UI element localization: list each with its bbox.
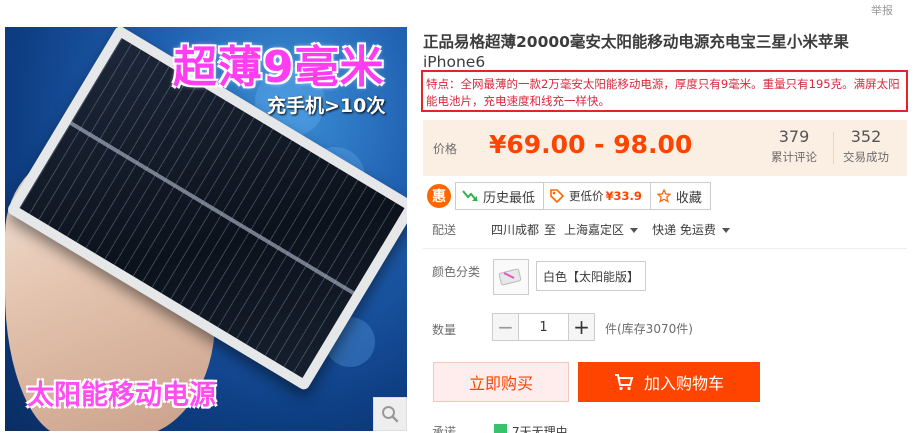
shipping-method: 快递 免运费 bbox=[652, 223, 716, 237]
add-to-cart-button[interactable]: 加入购物车 bbox=[578, 362, 760, 402]
buy-now-button[interactable]: 立即购买 bbox=[433, 362, 569, 402]
product-title: 正品易格超薄20000毫安太阳能移动电源充电宝三星小米苹果 iPhone6 bbox=[423, 32, 903, 72]
quantity-stepper: − + bbox=[492, 313, 595, 341]
reviews-stat[interactable]: 379 累计评论 bbox=[771, 127, 817, 165]
price-value: ¥69.00 - 98.00 bbox=[489, 130, 693, 159]
promise-text: 7天无理由 bbox=[512, 425, 568, 433]
shipping-row: 配送 四川成都 至 上海嘉定区 快递 免运费 bbox=[432, 221, 730, 238]
sales-count: 352 bbox=[850, 127, 882, 146]
cheaper-price-label: 更低价 bbox=[569, 189, 604, 203]
cheaper-price-value: ¥33.9 bbox=[605, 189, 642, 203]
report-link[interactable]: 举报 bbox=[871, 2, 893, 18]
increase-button[interactable]: + bbox=[568, 313, 595, 341]
top-bar: 举报 bbox=[0, 0, 917, 18]
product-title-main: 正品易格超薄20000毫安太阳能移动电源充电宝三星小米苹果 bbox=[423, 33, 849, 51]
reviews-count: 379 bbox=[778, 127, 810, 146]
trend-down-icon bbox=[462, 189, 478, 203]
zoom-button[interactable] bbox=[373, 397, 407, 431]
discount-badge: 惠 bbox=[427, 184, 451, 208]
image-subline: 充手机>10次 bbox=[267, 95, 386, 117]
favorite-button[interactable]: 收藏 bbox=[649, 182, 711, 210]
image-headline: 超薄9毫米 bbox=[173, 42, 385, 93]
stat-divider bbox=[833, 132, 834, 164]
variant-option-selected[interactable]: 白色【太阳能版】 bbox=[536, 261, 647, 291]
price-tag-icon bbox=[550, 189, 565, 203]
promo-row: 惠 历史最低 更低价 ¥33.9 收藏 bbox=[427, 181, 711, 211]
quantity-input[interactable] bbox=[519, 313, 568, 341]
price-label: 价格 bbox=[433, 142, 458, 156]
quantity-label: 数量 bbox=[432, 323, 457, 337]
stock-info: 件(库存3070件) bbox=[605, 322, 693, 336]
shipping-destination-select[interactable]: 上海嘉定区 bbox=[564, 221, 639, 238]
variant-thumbnail[interactable] bbox=[493, 259, 529, 295]
chevron-down-icon bbox=[630, 228, 639, 233]
star-icon bbox=[656, 189, 671, 203]
sales-stat: 352 交易成功 bbox=[843, 127, 889, 165]
image-bottom-text: 太阳能移动电源 bbox=[27, 380, 216, 411]
add-to-cart-label: 加入购物车 bbox=[643, 374, 724, 393]
check-icon bbox=[494, 424, 507, 433]
shipping-method-select[interactable]: 快递 免运费 bbox=[652, 221, 730, 238]
color-label: 颜色分类 bbox=[432, 265, 481, 279]
product-title-cont: iPhone6 bbox=[423, 53, 486, 71]
product-feature-highlight: 特点：全网最薄的一款2万毫安太阳能移动电源，厚度只有9毫米。重量只有195克。满… bbox=[421, 70, 908, 112]
shipping-destination: 上海嘉定区 bbox=[564, 223, 625, 237]
shipping-from: 四川成都 bbox=[491, 223, 540, 237]
sales-label: 交易成功 bbox=[843, 150, 889, 164]
promise-label: 承诺 bbox=[432, 425, 457, 433]
shipping-to-word: 至 bbox=[544, 223, 557, 237]
chevron-down-icon bbox=[721, 228, 730, 233]
cart-icon bbox=[614, 373, 634, 391]
shipping-label: 配送 bbox=[432, 223, 457, 237]
price-history-button[interactable]: 历史最低 bbox=[455, 182, 545, 210]
price-box: 价格 ¥69.00 - 98.00 379 累计评论 352 交易成功 bbox=[423, 120, 907, 176]
decrease-button[interactable]: − bbox=[492, 313, 519, 341]
product-thumb-icon bbox=[498, 268, 522, 286]
product-main-image[interactable]: 超薄9毫米 充手机>10次 太阳能移动电源 bbox=[5, 27, 407, 431]
favorite-label: 收藏 bbox=[675, 190, 702, 206]
price-history-label: 历史最低 bbox=[483, 190, 536, 206]
magnifier-icon bbox=[382, 406, 399, 423]
reviews-label: 累计评论 bbox=[771, 150, 817, 164]
cheaper-price-button[interactable]: 更低价 ¥33.9 bbox=[543, 182, 651, 210]
